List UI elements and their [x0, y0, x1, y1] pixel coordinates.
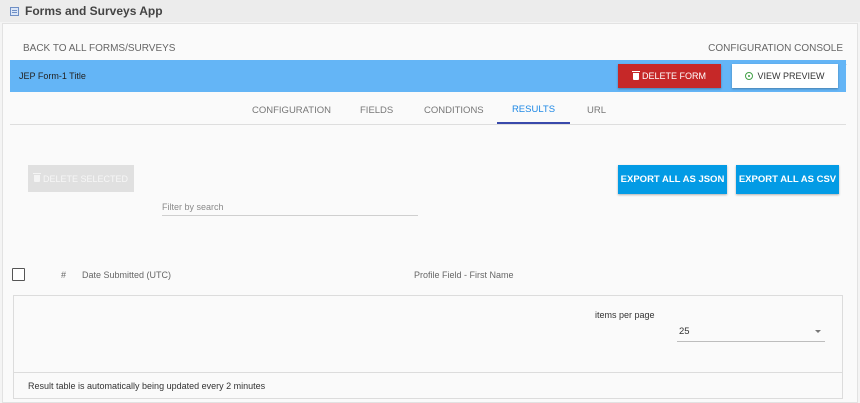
form-app-icon — [10, 6, 19, 16]
form-title-bar: JEP Form-1 Title DELETE FORM VIEW PREVIE… — [10, 60, 846, 92]
tab-conditions[interactable]: CONDITIONS — [424, 96, 484, 124]
configuration-console-link[interactable]: CONFIGURATION CONSOLE — [708, 43, 847, 54]
form-tabs: CONFIGURATION FIELDS CONDITIONS RESULTS … — [10, 96, 846, 125]
form-title: JEP Form-1 Title — [19, 71, 86, 81]
preview-icon — [745, 72, 754, 80]
results-table-header: # Date Submitted (UTC) Profile Field - F… — [12, 265, 848, 285]
delete-selected-label: DELETE SELECTED — [42, 173, 129, 184]
filter-search-input[interactable] — [162, 198, 418, 216]
tab-results[interactable]: RESULTS — [497, 96, 570, 124]
column-first-name[interactable]: Profile Field - First Name — [414, 270, 514, 280]
items-per-page-label: items per page — [595, 310, 655, 320]
items-per-page-value: 25 — [679, 326, 690, 337]
tab-fields[interactable]: FIELDS — [360, 96, 393, 124]
view-preview-label: VIEW PREVIEW — [757, 71, 825, 81]
tab-url[interactable]: URL — [587, 96, 606, 124]
export-json-button[interactable]: EXPORT ALL AS JSON — [618, 165, 727, 194]
view-preview-button[interactable]: VIEW PREVIEW — [732, 64, 838, 88]
chevron-down-icon — [815, 330, 821, 333]
delete-selected-button[interactable]: DELETE SELECTED — [28, 165, 134, 192]
select-all-checkbox[interactable] — [12, 268, 25, 281]
app-header: Forms and Surveys App — [0, 0, 860, 22]
back-to-forms-link[interactable]: BACK TO ALL FORMS/SURVEYS — [15, 43, 175, 54]
trash-icon — [32, 173, 41, 182]
tab-configuration[interactable]: CONFIGURATION — [252, 96, 331, 124]
column-index: # — [61, 270, 67, 280]
auto-update-note: Result table is automatically being upda… — [13, 373, 843, 399]
export-csv-button[interactable]: EXPORT ALL AS CSV — [736, 165, 839, 194]
app-title: Forms and Surveys App — [25, 4, 163, 18]
items-per-page-select[interactable]: 25 — [677, 322, 825, 342]
column-date-submitted[interactable]: Date Submitted (UTC) — [82, 270, 171, 280]
delete-form-button[interactable]: DELETE FORM — [618, 64, 721, 88]
trash-icon — [631, 70, 640, 80]
pagination-box: items per page 25 — [13, 295, 843, 373]
delete-form-label: DELETE FORM — [641, 71, 706, 81]
